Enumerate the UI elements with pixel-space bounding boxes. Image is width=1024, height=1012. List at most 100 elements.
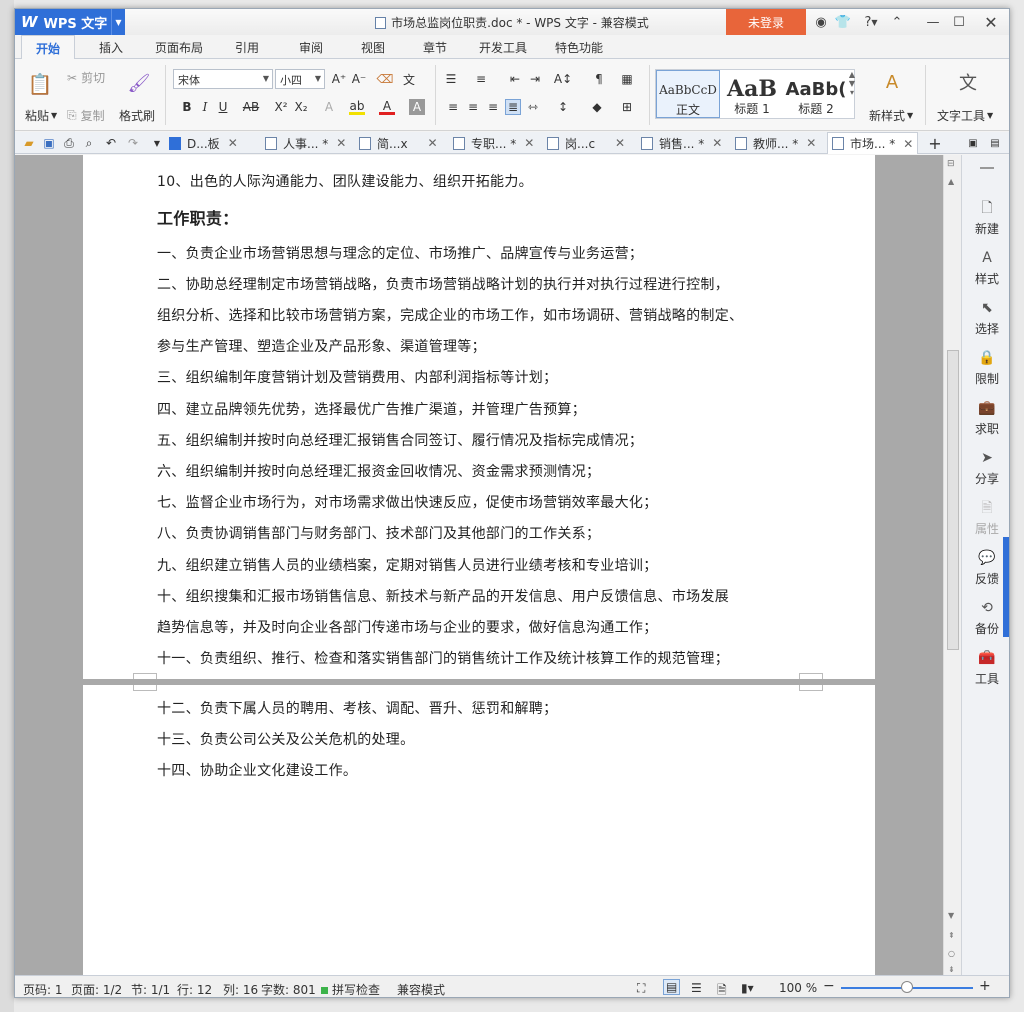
- superscript-icon[interactable]: X²: [273, 99, 289, 115]
- close-icon[interactable]: ✕: [806, 136, 816, 150]
- collapse-ribbon-icon[interactable]: ⌃: [887, 12, 907, 32]
- decrease-indent-icon[interactable]: ⇤: [507, 71, 523, 87]
- next-page-icon[interactable]: ⇟: [948, 965, 955, 974]
- sort-icon[interactable]: A↕: [554, 71, 572, 87]
- sidebar-item-new[interactable]: 🗋 新建: [962, 199, 1009, 237]
- tab-list-icon[interactable]: ▣: [965, 135, 981, 151]
- sidebar-handle[interactable]: [980, 167, 994, 169]
- subscript-icon[interactable]: X₂: [293, 99, 309, 115]
- sidebar-item-select[interactable]: ⬉ 选择: [962, 299, 1009, 337]
- underline-icon[interactable]: U: [215, 99, 231, 115]
- vertical-scrollbar[interactable]: ⊟ ▲ ▼ ⇞ ○ ⇟: [943, 155, 961, 975]
- outline-view-icon[interactable]: ☰: [691, 981, 702, 995]
- paste-icon[interactable]: 📋: [27, 71, 53, 97]
- highlight-icon[interactable]: ab: [349, 99, 365, 115]
- sidebar-item-job[interactable]: 💼 求职: [962, 399, 1009, 437]
- close-icon[interactable]: ✕: [524, 136, 534, 150]
- tab-review[interactable]: 审阅: [299, 39, 323, 56]
- increase-indent-icon[interactable]: ⇥: [527, 71, 543, 87]
- text-tools-icon[interactable]: 文: [955, 69, 981, 95]
- tab-references[interactable]: 引用: [235, 39, 259, 56]
- text-tools-button[interactable]: 文字工具 ▼: [937, 107, 993, 124]
- paragraph-mark-icon[interactable]: ¶: [591, 71, 607, 87]
- shrink-font-icon[interactable]: A⁻: [351, 71, 367, 87]
- font-name-select[interactable]: 宋体 ▼: [173, 69, 273, 89]
- sidebar-item-share[interactable]: ➤ 分享: [962, 449, 1009, 487]
- zoom-in-icon[interactable]: +: [979, 978, 991, 994]
- help-icon[interactable]: ? ▼: [857, 12, 885, 32]
- zoom-out-icon[interactable]: −: [823, 978, 835, 994]
- scroll-up-icon[interactable]: ▲: [948, 177, 954, 186]
- close-icon[interactable]: ✕: [228, 136, 238, 150]
- border-icon[interactable]: ⊞: [619, 99, 635, 115]
- tab-features[interactable]: 特色功能: [555, 39, 603, 56]
- print-preview-icon[interactable]: ⌕: [81, 135, 97, 151]
- grow-font-icon[interactable]: A⁺: [331, 71, 347, 87]
- tab-chapter[interactable]: 章节: [423, 39, 447, 56]
- sidebar-item-tools[interactable]: 🧰 工具: [962, 649, 1009, 687]
- shading-icon[interactable]: ◆: [589, 99, 605, 115]
- scroll-thumb[interactable]: [947, 350, 959, 650]
- distributed-icon[interactable]: ⇿: [525, 99, 541, 115]
- style-heading-2[interactable]: AaBb( 标题 2: [784, 70, 848, 118]
- skin-icon[interactable]: ◉: [811, 12, 831, 32]
- style-scroll[interactable]: ▲ ▼ ▾: [848, 70, 856, 118]
- undo-icon[interactable]: ↶: [103, 135, 119, 151]
- open-folder-icon[interactable]: ▰: [21, 135, 37, 151]
- tab-insert[interactable]: 插入: [99, 39, 123, 56]
- doc-tab[interactable]: 专职... * ✕: [453, 132, 534, 154]
- close-icon[interactable]: ✕: [615, 136, 625, 150]
- sidebar-item-properties[interactable]: 🗎 属性: [962, 499, 1009, 537]
- numbered-list-icon[interactable]: ≡: [473, 71, 489, 87]
- align-left-icon[interactable]: ≡: [445, 99, 461, 115]
- justify-icon[interactable]: ≣: [505, 99, 521, 115]
- close-icon[interactable]: ✕: [336, 136, 346, 150]
- redo-icon[interactable]: ↷: [125, 135, 141, 151]
- close-icon[interactable]: ✕: [903, 137, 913, 151]
- print-icon[interactable]: ⎙: [61, 135, 77, 151]
- tab-view[interactable]: 视图: [361, 39, 385, 56]
- text-effect-icon[interactable]: A: [321, 99, 337, 115]
- cut-button[interactable]: ✂ 剪切: [67, 69, 105, 86]
- new-style-icon[interactable]: A: [879, 69, 905, 95]
- page-1[interactable]: 10、出色的人际沟通能力、团队建设能力、组织开拓能力。 工作职责： 一、负责企业…: [83, 155, 875, 679]
- new-style-button[interactable]: 新样式 ▼: [869, 107, 913, 124]
- format-painter-icon[interactable]: 🖌: [127, 71, 151, 95]
- save-icon[interactable]: ▣: [41, 135, 57, 151]
- tab-menu-icon[interactable]: ▤: [987, 135, 1003, 151]
- spell-check-toggle[interactable]: 拼写检查: [321, 981, 380, 997]
- status-page[interactable]: 页面: 1/2: [71, 981, 122, 997]
- scroll-down-icon[interactable]: ▼: [948, 911, 954, 920]
- close-icon[interactable]: ✕: [712, 136, 722, 150]
- page-view-icon[interactable]: ▤: [663, 979, 681, 995]
- font-size-select[interactable]: 小四 ▼: [275, 69, 325, 89]
- phonetic-icon[interactable]: 文: [401, 71, 417, 87]
- new-tab-icon[interactable]: +: [927, 134, 943, 153]
- doc-tab-active[interactable]: 市场... * ✕: [827, 132, 919, 154]
- line-spacing-icon[interactable]: ↕: [555, 99, 571, 115]
- maximize-icon[interactable]: ☐: [949, 12, 969, 32]
- align-right-icon[interactable]: ≡: [485, 99, 501, 115]
- select-browse-icon[interactable]: ○: [948, 949, 955, 958]
- page-2[interactable]: 十二、负责下属人员的聘用、考核、调配、晋升、惩罚和解聘； 十三、负责公司公关及公…: [83, 685, 875, 975]
- sidebar-item-style[interactable]: A 样式: [962, 249, 1009, 287]
- tab-home[interactable]: 开始: [21, 35, 76, 60]
- paste-button[interactable]: 粘贴 ▼: [25, 107, 57, 124]
- bullet-list-icon[interactable]: ☰: [443, 71, 459, 87]
- char-shading-icon[interactable]: A: [409, 99, 425, 115]
- zoom-slider-handle[interactable]: [901, 981, 913, 993]
- sidebar-item-restrict[interactable]: 🔒 限制: [962, 349, 1009, 387]
- status-word-count[interactable]: 字数: 801: [261, 981, 316, 997]
- close-icon[interactable]: ✕: [428, 136, 438, 150]
- bold-icon[interactable]: B: [179, 99, 195, 115]
- format-painter-button[interactable]: 格式刷: [119, 107, 155, 124]
- italic-icon[interactable]: I: [197, 99, 213, 115]
- copy-button[interactable]: ⎘ 复制: [67, 107, 105, 124]
- doc-tab[interactable]: 销售... * ✕: [641, 132, 722, 154]
- chevron-down-icon[interactable]: ▼: [149, 135, 165, 151]
- minimize-icon[interactable]: —: [923, 12, 943, 32]
- strikethrough-icon[interactable]: AB: [241, 99, 261, 115]
- doc-tab[interactable]: 岗...c ✕: [547, 132, 625, 154]
- font-color-icon[interactable]: A: [379, 99, 395, 115]
- style-heading-1[interactable]: AaB 标题 1: [720, 70, 784, 118]
